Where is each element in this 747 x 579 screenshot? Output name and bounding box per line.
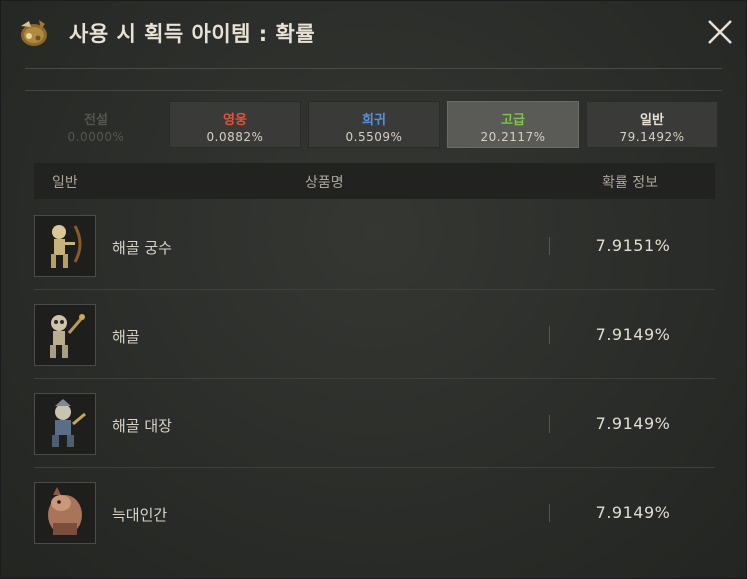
tab-legendary: 전설 0.0000% <box>30 101 162 148</box>
tab-percent: 20.2117% <box>480 130 546 144</box>
item-list: 해골 궁수 7.9151% 해골 7.9149% 해골 대장 7.9149% 늑… <box>34 201 715 556</box>
tab-label: 일반 <box>640 113 664 128</box>
item-name: 해골 대장 <box>112 417 172 435</box>
tab-percent: 0.0882% <box>206 130 264 144</box>
header-divider <box>25 68 722 69</box>
divider <box>549 415 550 433</box>
tab-advanced[interactable]: 고급 20.2117% <box>447 101 579 148</box>
item-name: 늑대인간 <box>112 506 168 524</box>
grade-tabs: 전설 0.0000% 영웅 0.0882% 희귀 0.5509% 고급 20.2… <box>30 101 720 149</box>
column-probability: 확률 정보 <box>602 175 658 191</box>
tab-percent: 0.5509% <box>345 130 403 144</box>
tab-label: 전설 <box>84 113 108 128</box>
tab-rare[interactable]: 희귀 0.5509% <box>308 101 440 148</box>
tab-label: 희귀 <box>362 113 386 128</box>
column-item-name: 상품명 <box>305 175 344 191</box>
item-name: 해골 궁수 <box>112 239 172 257</box>
item-probability: 7.9151% <box>595 236 671 255</box>
tab-percent: 0.0000% <box>67 130 125 144</box>
table-row: 늑대인간 7.9149% <box>34 468 715 556</box>
tab-label: 영웅 <box>223 113 247 128</box>
skeleton-icon <box>34 304 96 366</box>
skeleton-captain-icon <box>34 393 96 455</box>
table-row: 해골 대장 7.9149% <box>34 379 715 468</box>
table-row: 해골 7.9149% <box>34 290 715 379</box>
tabs-divider <box>25 90 722 91</box>
dialog-header: 사용 시 획득 아이템 : 확률 <box>1 1 747 69</box>
skeleton-archer-icon <box>34 215 96 277</box>
werewolf-icon <box>34 482 96 544</box>
tab-percent: 79.1492% <box>619 130 685 144</box>
table-row: 해골 궁수 7.9151% <box>34 201 715 290</box>
tab-heroic[interactable]: 영웅 0.0882% <box>169 101 301 148</box>
divider <box>549 237 550 255</box>
item-probability: 7.9149% <box>595 325 671 344</box>
tab-normal[interactable]: 일반 79.1492% <box>586 101 718 148</box>
item-probability: 7.9149% <box>595 414 671 433</box>
grade-label: 일반 <box>52 175 78 191</box>
divider <box>549 326 550 344</box>
divider <box>549 504 550 522</box>
close-icon[interactable] <box>703 15 737 49</box>
tab-label: 고급 <box>501 113 525 128</box>
item-probability: 7.9149% <box>595 503 671 522</box>
item-bag-icon <box>15 14 51 50</box>
dialog-title: 사용 시 획득 아이템 : 확률 <box>69 22 316 46</box>
item-name: 해골 <box>112 328 140 346</box>
probability-dialog: 사용 시 획득 아이템 : 확률 전설 0.0000% 영웅 0.0882% 희… <box>0 0 747 579</box>
table-header: 일반 상품명 확률 정보 <box>34 163 715 199</box>
